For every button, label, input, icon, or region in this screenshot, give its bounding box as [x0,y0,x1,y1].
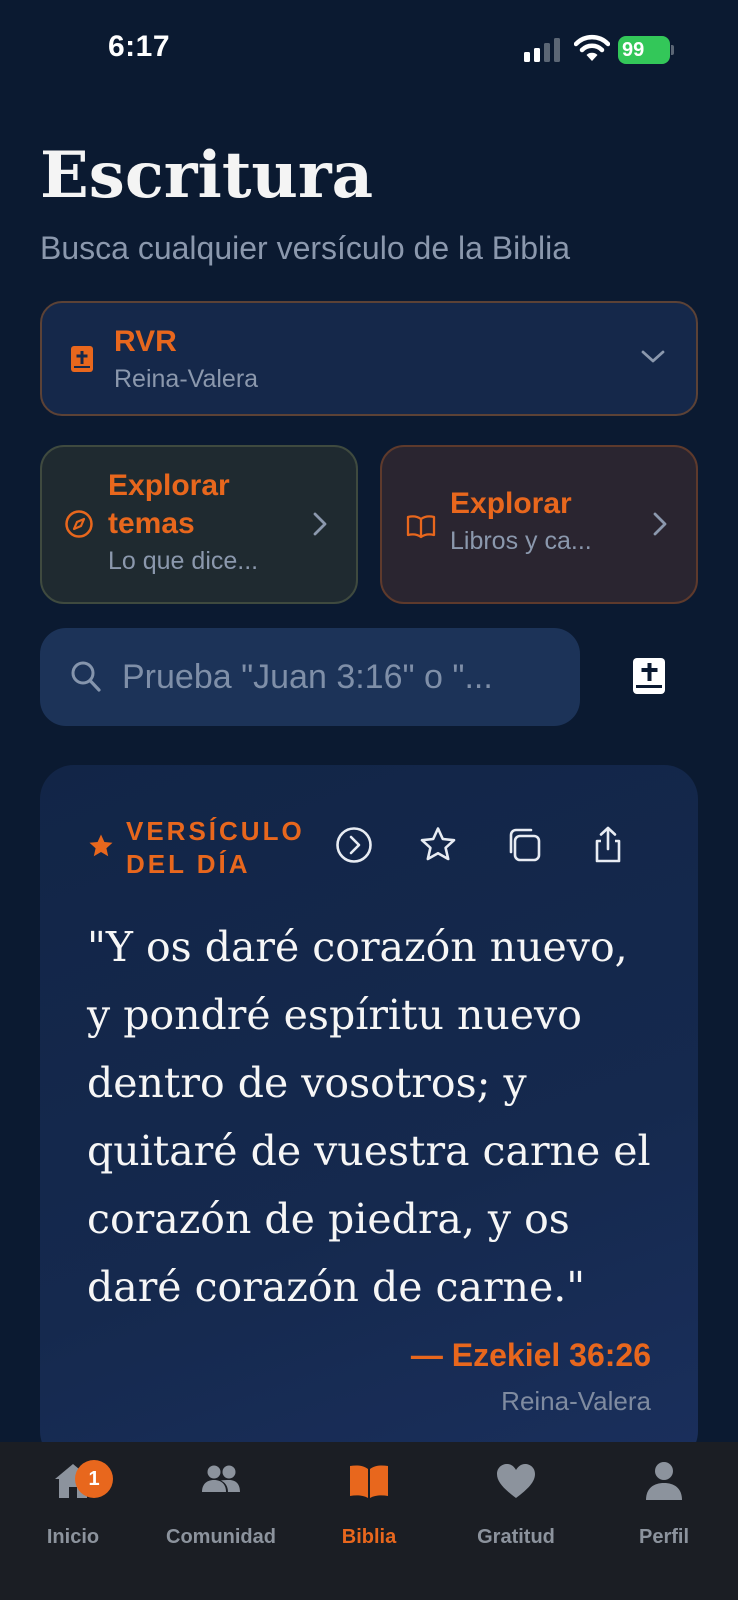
tab-label: Gratitud [477,1526,555,1548]
chevron-down-icon [641,350,665,363]
tab-perfil[interactable]: Perfil [594,1460,734,1560]
cellular-signal-icon [524,38,560,62]
battery-indicator: 99 [618,36,674,64]
chevron-right-icon [313,512,327,536]
verse-of-the-day-card: VERSÍCULO DEL DÍA "Y os daré corazón nue… [40,765,698,1465]
bible-version-selector[interactable]: RVR Reina-Valera [40,301,698,416]
search-input[interactable] [122,654,562,700]
tab-label: Inicio [46,1526,100,1548]
tab-inicio[interactable]: 1 Inicio [3,1460,143,1560]
tab-bar: 1 Inicio Comunidad Biblia Gratitud Perfi… [0,1442,738,1600]
explore-books-title: Explorar [450,487,572,520]
explore-books-subtitle: Libros y ca... [450,527,592,555]
tab-gratitud[interactable]: Gratitud [446,1460,586,1560]
heart-icon [497,1464,535,1498]
tab-label: Perfil [638,1526,690,1548]
version-code: RVR [114,325,177,358]
share-icon[interactable] [588,825,628,865]
version-name: Reina-Valera [114,365,259,393]
search-box[interactable] [40,628,580,726]
tab-biblia[interactable]: Biblia [299,1460,439,1560]
wifi-icon [574,34,610,61]
bible-library-button[interactable] [630,656,670,698]
bible-icon [71,346,93,372]
copy-icon[interactable] [504,825,544,865]
battery-level: 99 [622,39,645,61]
verse-version: Reina-Valera [501,1386,651,1416]
status-bar: 6:17 99 [0,0,738,100]
tab-label: Comunidad [166,1526,276,1548]
chevron-right-icon [653,512,667,536]
verse-reference: — Ezekiel 36:26 [410,1337,651,1373]
search-icon [71,661,101,692]
tab-label: Biblia [341,1526,397,1548]
page-subtitle: Busca cualquier versículo de la Biblia [40,230,571,266]
compass-icon [65,510,93,538]
explore-topics-card[interactable]: Explorar temas Lo que dice... [40,445,358,604]
star-filled-icon [89,834,113,857]
page-title: Escritura [40,138,374,213]
open-book-icon [406,515,436,539]
star-icon[interactable] [418,825,458,865]
explore-books-card[interactable]: Explorar Libros y ca... [380,445,698,604]
status-time: 6:17 [108,30,171,63]
notification-badge: 1 [75,1460,113,1498]
tab-comunidad[interactable]: Comunidad [151,1460,291,1560]
next-icon[interactable] [334,825,374,865]
explore-topics-title: Explorar temas [108,469,230,540]
verse-of-the-day-label: VERSÍCULO DEL DÍA [126,816,305,879]
person-icon [646,1462,682,1500]
people-icon [202,1465,240,1492]
book-icon [350,1465,388,1498]
explore-topics-subtitle: Lo que dice... [108,547,259,575]
verse-text: "Y os daré corazón nuevo, y pondré espír… [87,923,651,1311]
